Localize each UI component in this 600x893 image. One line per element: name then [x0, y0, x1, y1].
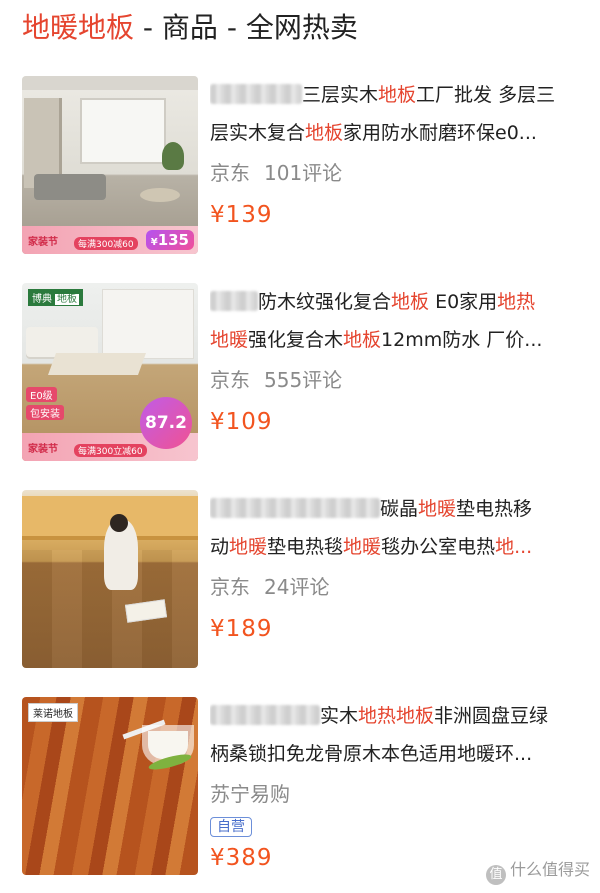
title-text: 工厂批发 多层三	[416, 84, 556, 106]
title-text: 动	[210, 536, 230, 558]
brand-tag-sub: 地板	[55, 294, 79, 305]
product-title[interactable]: 三层实木地板工厂批发 多层三	[210, 76, 586, 114]
title-highlight: 地板	[378, 84, 417, 106]
brand-tag-text: 博典	[32, 294, 52, 305]
feature-label-e0: E0级	[26, 387, 57, 402]
brand-tag: 博典 地板	[28, 289, 83, 306]
promo-banner-label: 家装节	[28, 444, 58, 455]
self-operated-badge: 自营	[210, 817, 252, 837]
page-title-rest: - 商品 - 全网热卖	[134, 11, 358, 44]
watermark-text: 什么值得买	[509, 860, 590, 879]
product-title[interactable]: 实木地热地板非洲圆盘豆绿	[210, 697, 586, 735]
promo-banner-sub: 每满300减60	[74, 237, 138, 250]
review-count: 101评论	[264, 161, 343, 185]
review-count: 24评论	[264, 575, 330, 599]
title-highlight: 地板	[396, 705, 435, 727]
title-text: 柄桑锁扣免龙骨原木本色适用地暖环...	[210, 743, 533, 765]
product-title-line2[interactable]: 地暖强化复合木地板12mm防水 厂价...	[210, 321, 586, 359]
title-highlight: 地热	[497, 291, 536, 313]
watermark-logo-icon: 值	[485, 865, 506, 885]
title-text: 防木纹强化复合	[258, 291, 392, 313]
thumb-rug	[47, 353, 147, 375]
title-text: 非洲圆盘豆绿	[434, 705, 549, 727]
product-info: 三层实木地板工厂批发 多层三 层实木复合地板家用防水耐磨环保e0... 京东 10…	[210, 76, 586, 232]
title-highlight: 地板	[343, 329, 382, 351]
title-text: 层实木复合	[210, 122, 306, 144]
promo-price-value: 135	[157, 231, 189, 249]
title-text: 垫电热毯	[267, 536, 344, 558]
thumb-window	[80, 98, 166, 164]
promo-banner-sub: 每满300立减60	[74, 444, 147, 457]
blurred-brand	[210, 291, 258, 311]
review-count: 555评论	[264, 368, 343, 392]
product-info: 实木地热地板非洲圆盘豆绿 柄桑锁扣免龙骨原木本色适用地暖环... 苏宁易购 自营…	[210, 697, 586, 875]
product-price: ¥139	[210, 202, 273, 228]
title-highlight: 地暖	[229, 536, 268, 558]
blurred-brand	[210, 705, 320, 725]
thumb-table	[140, 188, 180, 202]
product-thumbnail[interactable]: 莱诺地板	[22, 697, 198, 875]
title-highlight: 地暖	[343, 536, 382, 558]
title-text: 家用防水耐磨环保e0...	[343, 122, 537, 144]
product-title[interactable]: 防木纹强化复合地板 E0家用地热	[210, 283, 586, 321]
product-card-2[interactable]: 博典 地板 E0级 包安装 家装节 每满300立减60 87.2 防木纹强化复合地…	[0, 283, 600, 473]
product-card-1[interactable]: 家装节 每满300减60 ¥135 三层实木地板工厂批发 多层三 层实木复合地板…	[0, 76, 600, 266]
blurred-brand	[210, 498, 380, 518]
shop-name[interactable]: 苏宁易购	[210, 782, 290, 806]
search-keyword: 地暖地板	[22, 11, 135, 44]
promo-banner-label: 家装节	[28, 237, 58, 248]
product-thumbnail[interactable]: 博典 地板 E0级 包安装 家装节 每满300立减60 87.2	[22, 283, 198, 461]
product-thumbnail[interactable]: 家装节 每满300减60 ¥135	[22, 76, 198, 254]
title-text: E0家用	[429, 291, 498, 313]
thumb-sofa	[34, 174, 106, 200]
title-text: 强化复合木	[248, 329, 344, 351]
product-price: ¥189	[210, 616, 273, 642]
watermark: 值什么值得买	[485, 856, 590, 885]
product-title-line2[interactable]: 柄桑锁扣免龙骨原木本色适用地暖环...	[210, 735, 586, 773]
shop-line: 京东 555评论	[210, 365, 586, 395]
thumb-wall-panel	[102, 289, 194, 359]
title-text: 碳晶	[380, 498, 419, 520]
shop-name[interactable]: 京东	[210, 161, 250, 185]
product-card-3[interactable]: 碳晶地暖垫电热移 动地暖垫电热毯地暖毯办公室电热地... 京东 24评论 ¥189	[0, 490, 600, 680]
title-highlight: 地暖	[210, 329, 249, 351]
product-title-line2[interactable]: 层实木复合地板家用防水耐磨环保e0...	[210, 114, 586, 152]
title-text: 实木	[320, 705, 359, 727]
product-title-line2[interactable]: 动地暖垫电热毯地暖毯办公室电热地...	[210, 528, 586, 566]
thumb-plant	[162, 142, 184, 170]
title-highlight: 地板	[305, 122, 344, 144]
title-highlight: 地暖	[418, 498, 457, 520]
product-info: 防木纹强化复合地板 E0家用地热 地暖强化复合木地板12mm防水 厂价... 京…	[210, 283, 586, 439]
promo-price-tag: ¥135	[145, 230, 194, 250]
feature-label-install: 包安装	[26, 405, 64, 420]
shop-name[interactable]: 京东	[210, 575, 250, 599]
promo-price-circle: 87.2	[140, 397, 192, 449]
product-thumbnail[interactable]	[22, 490, 198, 668]
page-title: 地暖地板 - 商品 - 全网热卖	[22, 8, 358, 48]
shop-line: 苏宁易购	[210, 779, 586, 809]
title-highlight: 地热	[358, 705, 397, 727]
title-highlight: 地板	[391, 291, 430, 313]
title-highlight: 地...	[495, 536, 533, 558]
thumb-person-head	[110, 514, 128, 532]
blurred-brand	[210, 84, 302, 104]
brand-tag: 莱诺地板	[28, 703, 78, 722]
shop-name[interactable]: 京东	[210, 368, 250, 392]
thumb-ceiling	[22, 76, 198, 90]
product-title[interactable]: 碳晶地暖垫电热移	[210, 490, 586, 528]
title-text: 毯办公室电热	[381, 536, 496, 558]
title-text: 12mm防水 厂价...	[381, 329, 543, 351]
shop-line: 京东 24评论	[210, 572, 586, 602]
product-price: ¥109	[210, 409, 273, 435]
title-text: 三层实木	[302, 84, 379, 106]
title-text: 垫电热移	[456, 498, 533, 520]
shop-line: 京东 101评论	[210, 158, 586, 188]
product-info: 碳晶地暖垫电热移 动地暖垫电热毯地暖毯办公室电热地... 京东 24评论 ¥189	[210, 490, 586, 646]
